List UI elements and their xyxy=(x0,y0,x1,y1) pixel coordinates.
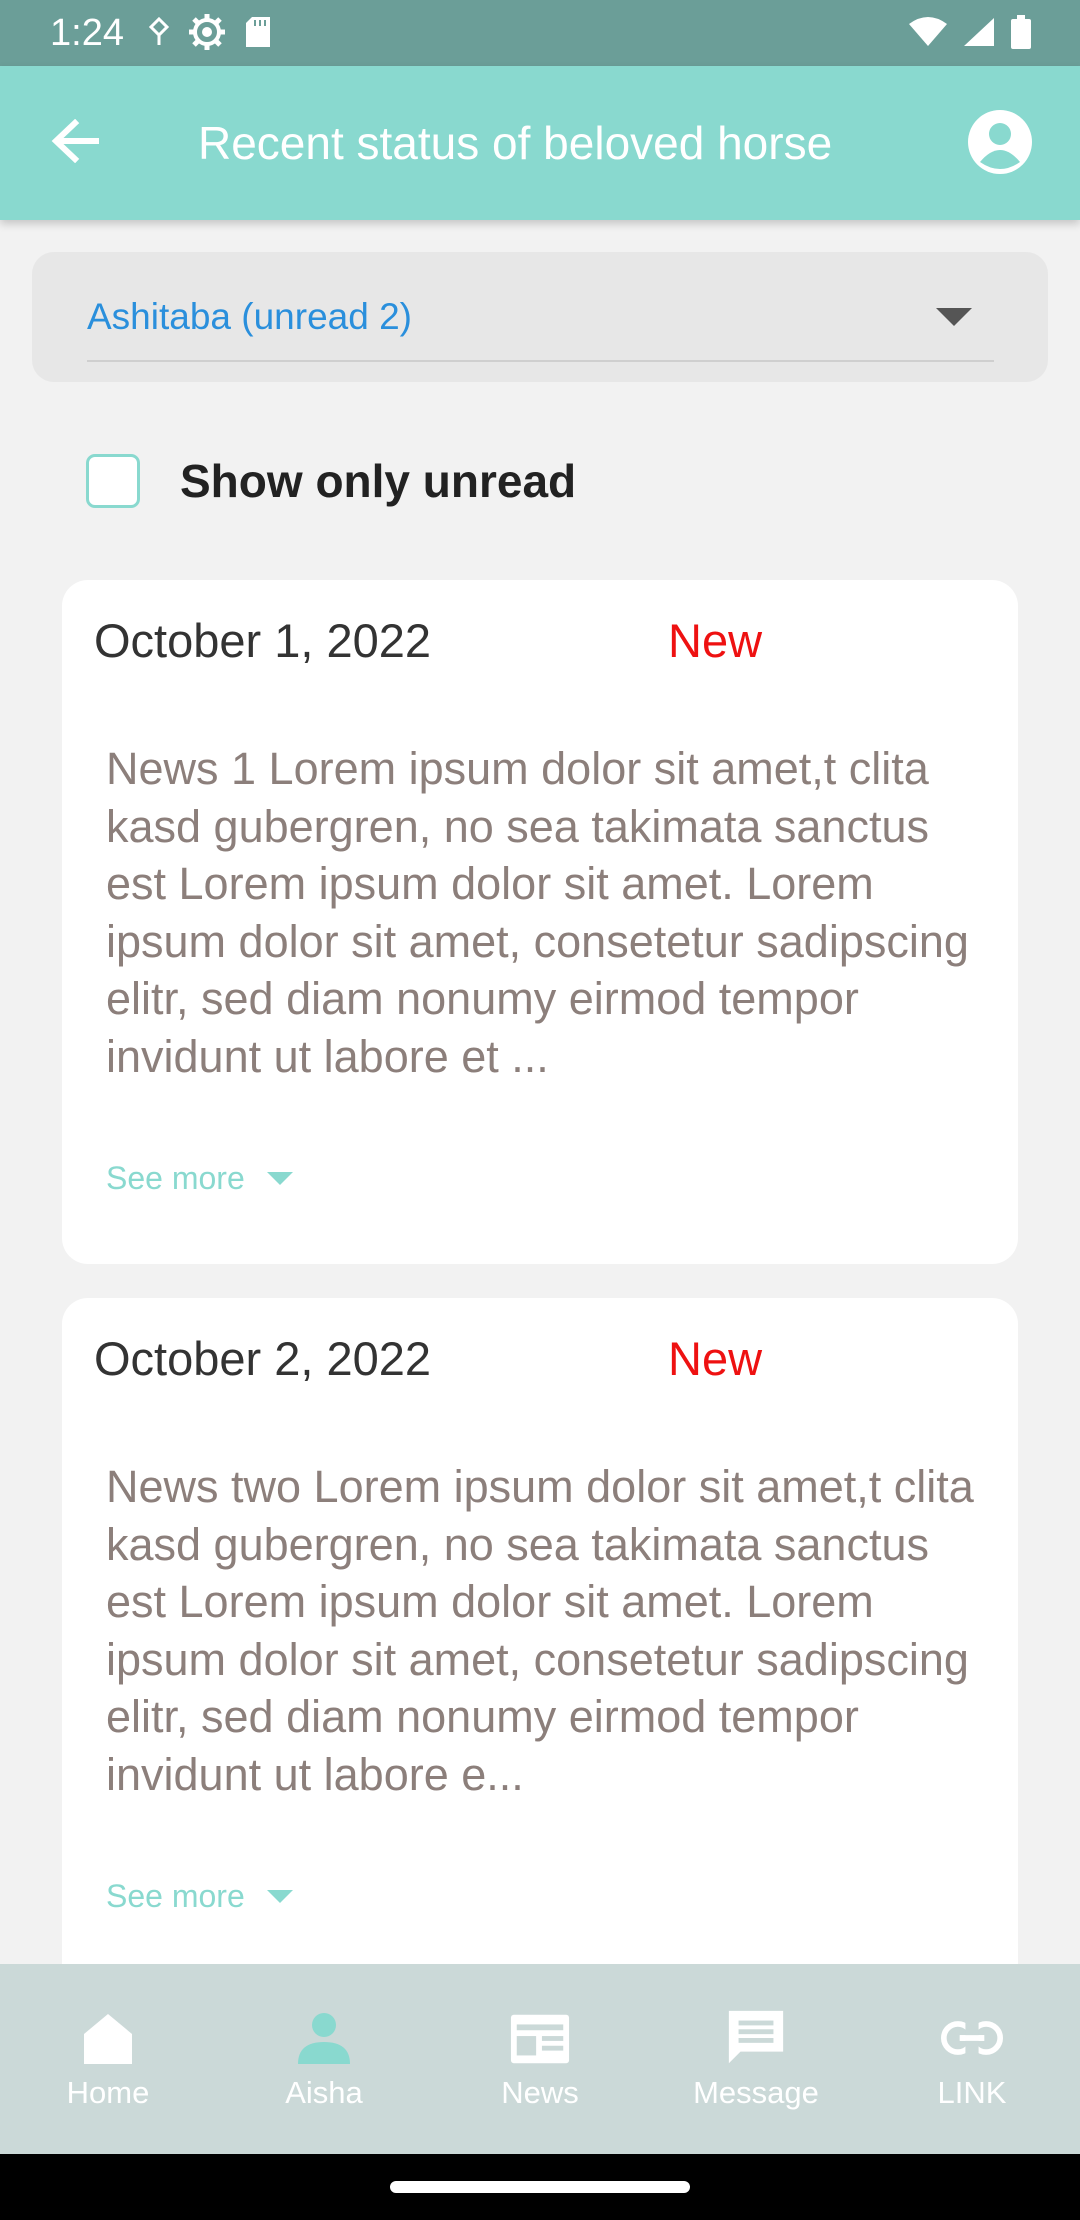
caret-down-icon xyxy=(266,1172,293,1185)
news-card[interactable]: October 2, 2022 New News two Lorem ipsum… xyxy=(62,1298,1018,2058)
home-icon xyxy=(77,2007,139,2069)
home-gesture-handle[interactable] xyxy=(390,2181,690,2193)
nav-item-news[interactable]: News xyxy=(432,1964,648,2154)
status-time: 1:24 xyxy=(50,12,124,54)
see-more-button[interactable]: See more xyxy=(106,1878,293,1915)
nav-label: Message xyxy=(693,2075,819,2110)
battery-icon xyxy=(1010,14,1032,54)
newspaper-icon xyxy=(509,2007,571,2069)
person-icon xyxy=(293,2007,355,2069)
dropdown-arrow-icon xyxy=(936,308,972,326)
account-circle-icon xyxy=(966,110,1034,180)
page-title: Recent status of beloved horse xyxy=(198,117,833,169)
message-icon xyxy=(725,2007,787,2069)
caret-down-icon xyxy=(266,1890,293,1903)
nav-item-message[interactable]: Message xyxy=(648,1964,864,2154)
show-only-unread-row[interactable]: Show only unread xyxy=(86,454,576,508)
status-bar: 1:24 xyxy=(0,0,1080,66)
news-date: October 2, 2022 xyxy=(94,1332,432,1385)
sd-card-icon xyxy=(244,15,272,54)
new-badge: New xyxy=(668,614,763,667)
news-body: News two Lorem ipsum dolor sit amet,t cl… xyxy=(106,1461,974,1800)
news-date: October 1, 2022 xyxy=(94,614,432,667)
account-button[interactable] xyxy=(966,108,1034,176)
see-more-label: See more xyxy=(106,1878,245,1914)
app-bar: Recent status of beloved horse xyxy=(0,66,1080,220)
show-only-unread-label: Show only unread xyxy=(180,455,577,507)
link-icon xyxy=(941,2007,1003,2069)
location-icon xyxy=(148,16,170,52)
see-more-button[interactable]: See more xyxy=(106,1160,293,1197)
back-button[interactable] xyxy=(44,111,108,175)
see-more-label: See more xyxy=(106,1160,245,1196)
news-body: News 1 Lorem ipsum dolor sit amet,t clit… xyxy=(106,743,969,1082)
nav-label: Aisha xyxy=(285,2075,363,2110)
status-left-icons xyxy=(148,13,272,56)
bottom-navigation: Home Aisha News Message LINK xyxy=(0,1964,1080,2154)
nav-label: LINK xyxy=(937,2075,1007,2110)
settings-icon xyxy=(188,13,226,56)
nav-item-link[interactable]: LINK xyxy=(864,1964,1080,2154)
new-badge: New xyxy=(668,1332,763,1385)
nav-label: Home xyxy=(66,2075,150,2110)
arrow-back-icon xyxy=(51,118,101,168)
nav-item-home[interactable]: Home xyxy=(0,1964,216,2154)
news-card[interactable]: October 1, 2022 New News 1 Lorem ipsum d… xyxy=(62,580,1018,1264)
dropdown-underline xyxy=(87,360,994,362)
signal-icon xyxy=(962,16,996,53)
nav-item-aisha[interactable]: Aisha xyxy=(216,1964,432,2154)
nav-label: News xyxy=(501,2075,579,2110)
horse-select-value: Ashitaba (unread 2) xyxy=(87,296,412,337)
horse-select-dropdown[interactable]: Ashitaba (unread 2) xyxy=(32,252,1048,382)
status-right-icons xyxy=(908,14,1032,54)
system-navigation-bar xyxy=(0,2154,1080,2220)
wifi-icon xyxy=(908,16,948,53)
show-only-unread-checkbox[interactable] xyxy=(86,454,140,508)
